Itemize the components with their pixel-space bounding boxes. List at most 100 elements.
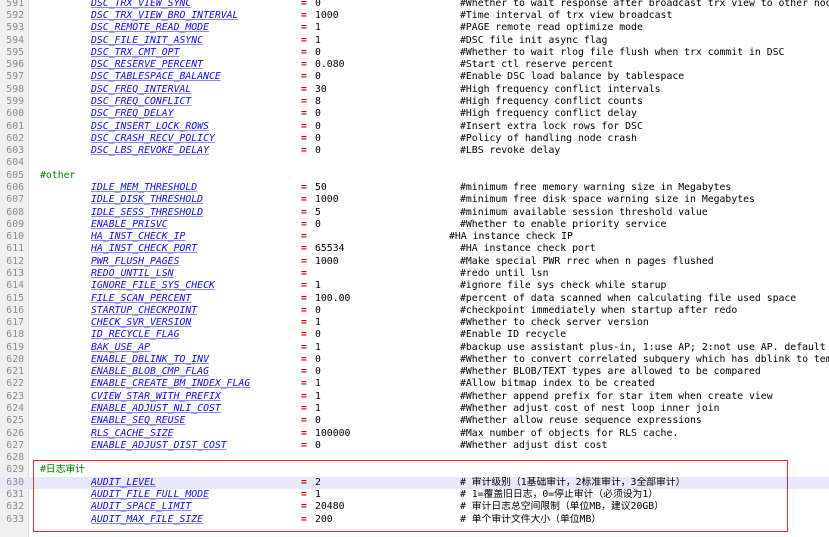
parameter-value: 1 — [315, 489, 321, 500]
config-line[interactable]: 625 ENABLE_SEQ_REUSE = 0 #Whether allow reus… — [0, 415, 829, 427]
parameter-comment: #High frequency conflict counts — [460, 96, 643, 108]
config-line[interactable]: 600 DSC_FREQ_DELAY = 0 #High frequency confl… — [0, 108, 829, 120]
equals-sign: = — [301, 194, 307, 206]
config-line[interactable]: 632 AUDIT_SPACE_LIMIT = 20480 # 审计日志总空间限制（单位… — [0, 501, 829, 513]
config-line[interactable]: 618 ID_RECYCLE_FLAG = 0 #Enable ID recycle — [0, 329, 829, 341]
parameter-comment: #Make special PWR rrec when n pages flus… — [460, 255, 714, 267]
parameter-name: DSC_FREQ_CONFLICT — [91, 96, 192, 108]
parameter-comment: #minimum available session threshold val… — [460, 206, 708, 218]
config-line[interactable]: 623 CVIEW_STAR_WITH_PREFIX = 1 #Whether appe… — [0, 391, 829, 403]
parameter-name: IDLE_DISK_THRESHOLD — [91, 194, 204, 206]
line-number: 606 — [6, 182, 24, 193]
config-line[interactable]: 591 DSC_TRX_VIEW_SYNC = 0 #Whether to wait r… — [0, 0, 829, 10]
line-number: 631 — [6, 489, 24, 500]
config-line[interactable]: 598 DSC_FREQ_INTERVAL = 30 #High frequency c… — [0, 84, 829, 96]
config-line[interactable]: 620 ENABLE_DBLINK_TO_INV = 0 #Whether to con… — [0, 354, 829, 366]
config-line[interactable]: 592 DSC_TRX_VIEW_BRO_INTERVAL = 1000 #Time i… — [0, 10, 829, 22]
parameter-value: 65534 — [315, 243, 345, 255]
config-line[interactable]: 626 RLS_CACHE_SIZE = 100000 #Max number of o… — [0, 428, 829, 440]
config-line[interactable]: 616 STARTUP_CHECKPOINT = 0 #checkpoint immed… — [0, 305, 829, 317]
config-line[interactable]: 593 DSC_REMOTE_READ_MODE = 1 #PAGE remote re… — [0, 22, 829, 34]
parameter-name: IDLE_MEM_THRESHOLD — [91, 182, 198, 193]
config-line[interactable]: 599 DSC_FREQ_CONFLICT = 8 #High frequency co… — [0, 96, 829, 108]
parameter-value: 1 — [315, 317, 321, 329]
line-number: 625 — [6, 415, 24, 427]
config-line[interactable]: 608 IDLE_SESS_THRESHOLD = 5 #minimum availab… — [0, 207, 829, 219]
config-line[interactable]: 622 ENABLE_CREATE_BM_INDEX_FLAG = 1 #Allow b… — [0, 378, 829, 390]
config-line[interactable]: 624 ENABLE_ADJUST_NLI_COST = 1 #Whether adju… — [0, 403, 829, 415]
parameter-name: DSC_INSERT_LOCK_ROWS — [91, 120, 209, 132]
config-line[interactable]: 617 CHECK_SVR_VERSION = 1 #Whether to check … — [0, 317, 829, 329]
parameter-name: DSC_LBS_REVOKE_DELAY — [91, 145, 209, 157]
parameter-value: 1 — [315, 341, 321, 353]
parameter-name: ENABLE_PRISVC — [91, 218, 168, 230]
config-line[interactable]: 613 REDO_UNTIL_LSN = #redo until lsn — [0, 268, 829, 280]
config-line[interactable]: 621 ENABLE_BLOB_CMP_FLAG = 0 #Whether BLOB/T… — [0, 366, 829, 378]
parameter-value: 0 — [315, 145, 321, 157]
parameter-name: DSC_FREQ_DELAY — [91, 108, 174, 120]
parameter-comment: #checkpoint immediately when startup aft… — [460, 304, 738, 316]
config-line[interactable]: 595 DSC_TRX_CMT_OPT = 0 #Whether to wait rlo… — [0, 47, 829, 59]
config-line[interactable]: 594 DSC_FILE_INIT_ASYNC = 1 #DSC file init a… — [0, 35, 829, 47]
config-line[interactable]: 614 IGNORE_FILE_SYS_CHECK = 1 #ignore file s… — [0, 280, 829, 292]
parameter-value: 1000 — [315, 255, 339, 267]
blank-line[interactable]: 604 — [0, 157, 829, 169]
parameter-comment: #percent of data scanned when calculatin… — [460, 292, 797, 304]
parameter-value: 0 — [315, 415, 321, 427]
equals-sign: = — [301, 489, 307, 500]
config-line[interactable]: 603 DSC_LBS_REVOKE_DELAY = 0 #LBS revoke del… — [0, 145, 829, 157]
blank-line[interactable]: 628 — [0, 452, 829, 464]
config-line[interactable]: 597 DSC_TABLESPACE_BALANCE = 0 #Enable DSC l… — [0, 71, 829, 83]
config-line[interactable]: 630 AUDIT_LEVEL = 2 # 审计级别（1基础审计，2标准审计，3全部审计… — [0, 476, 829, 490]
code-editor[interactable]: 591 DSC_TRX_VIEW_SYNC = 0 #Whether to wait r… — [0, 0, 829, 537]
line-number: 616 — [6, 304, 24, 316]
parameter-name: ENABLE_CREATE_BM_INDEX_FLAG — [91, 378, 251, 390]
line-number: 622 — [6, 378, 24, 390]
equals-sign: = — [301, 0, 307, 9]
parameter-comment: #Whether adjust cost of nest loop inner … — [460, 403, 720, 415]
line-number: 610 — [6, 231, 24, 243]
equals-sign: = — [301, 280, 307, 292]
config-line[interactable]: 619 BAK_USE_AP = 1 #backup use assistant plu… — [0, 342, 829, 354]
config-line[interactable]: 602 DSC_CRASH_RECV_POLICY = 0 #Policy of han… — [0, 133, 829, 145]
parameter-value: 1 — [315, 34, 321, 46]
line-number: 591 — [6, 0, 24, 9]
section-comment-line[interactable]: 629 #日志审计 — [0, 464, 829, 476]
line-number: 629 — [6, 464, 24, 476]
config-line[interactable]: 609 ENABLE_PRISVC = 0 #Whether to enable pri… — [0, 219, 829, 231]
config-line[interactable]: 615 FILE_SCAN_PERCENT = 100.00 #percent of d… — [0, 293, 829, 305]
config-line[interactable]: 610 HA_INST_CHECK_IP = #HA instance check I… — [0, 231, 829, 243]
parameter-value: 50 — [315, 182, 327, 193]
parameter-comment: #ignore file sys check while starup — [460, 280, 667, 292]
equals-sign: = — [301, 317, 307, 329]
parameter-value: 1 — [315, 22, 321, 34]
equals-sign: = — [301, 267, 307, 279]
config-line[interactable]: 633 AUDIT_MAX_FILE_SIZE = 200 # 单个审计文件大小（单位M… — [0, 514, 829, 526]
equals-sign: = — [301, 218, 307, 230]
config-line[interactable]: 606 IDLE_MEM_THRESHOLD = 50 #minimum free me… — [0, 182, 829, 194]
config-line[interactable]: 611 HA_INST_CHECK_PORT = 65534 #HA instance … — [0, 243, 829, 255]
parameter-comment: # 单个审计文件大小（单位MB） — [460, 513, 602, 525]
config-line[interactable]: 596 DSC_RESERVE_PERCENT = 0.080 #Start ctl r… — [0, 59, 829, 71]
section-comment-line[interactable]: 605 #other — [0, 170, 829, 182]
line-number: 598 — [6, 83, 24, 95]
parameter-name: FILE_SCAN_PERCENT — [91, 292, 192, 304]
parameter-value: 8 — [315, 96, 321, 108]
parameter-value: 2 — [315, 476, 321, 488]
equals-sign: = — [301, 501, 307, 513]
config-line[interactable]: 607 IDLE_DISK_THRESHOLD = 1000 #minimum free… — [0, 194, 829, 206]
parameter-comment: #redo until lsn — [460, 267, 549, 279]
config-line[interactable]: 612 PWR_FLUSH_PAGES = 1000 #Make special PWR… — [0, 256, 829, 268]
parameter-name: ID_RECYCLE_FLAG — [91, 329, 180, 341]
config-line[interactable]: 631 AUDIT_FILE_FULL_MODE = 1 # 1=覆盖旧日志，0=停止审… — [0, 489, 829, 501]
parameter-comment: #Enable ID recycle — [460, 329, 567, 341]
parameter-name: CHECK_SVR_VERSION — [91, 317, 192, 329]
parameter-value: 100.00 — [315, 292, 351, 304]
equals-sign: = — [301, 390, 307, 402]
parameter-name: IGNORE_FILE_SYS_CHECK — [91, 280, 215, 292]
parameter-comment: #HA instance check port — [460, 243, 596, 255]
parameter-value: 1000 — [315, 194, 339, 206]
config-line[interactable]: 627 ENABLE_ADJUST_DIST_COST = 0 #Whether adj… — [0, 440, 829, 452]
config-line[interactable]: 601 DSC_INSERT_LOCK_ROWS = 0 #Insert extra l… — [0, 121, 829, 133]
parameter-comment: #Start ctl reserve percent — [460, 59, 614, 71]
